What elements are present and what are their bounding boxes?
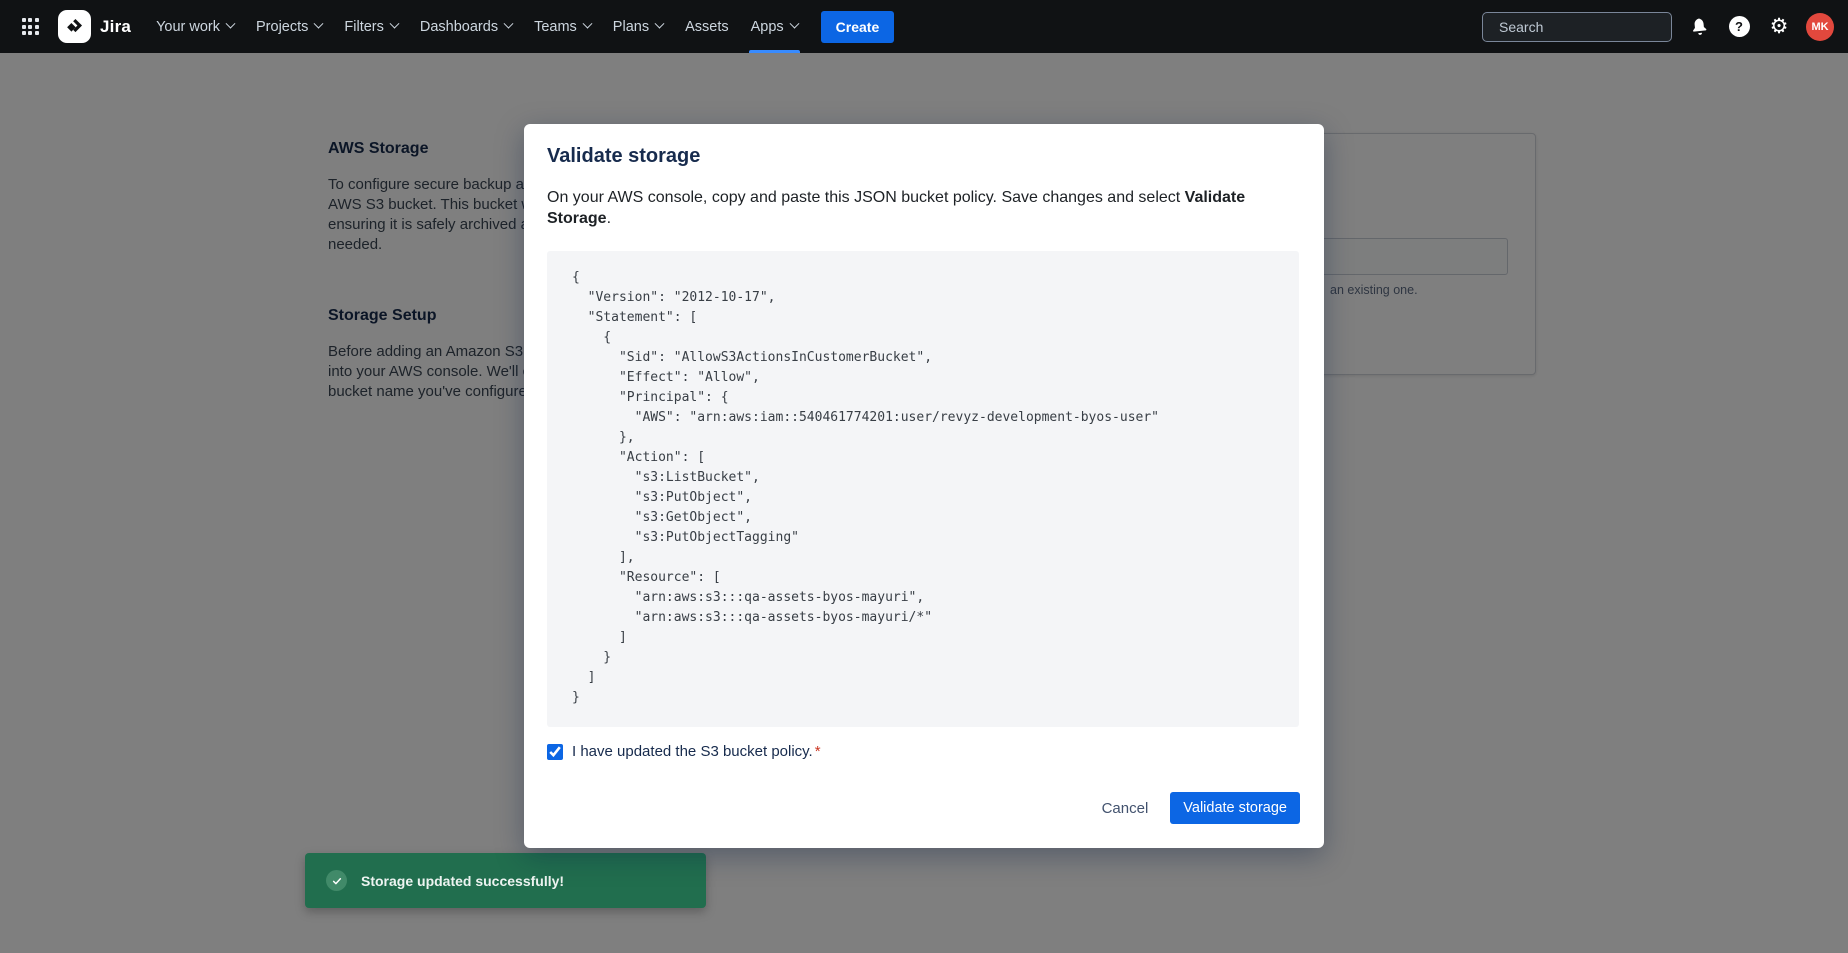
help-icon[interactable]: ? [1726,14,1752,40]
nav-item-dashboards[interactable]: Dashboards [409,0,523,53]
nav-item-apps[interactable]: Apps [740,0,809,53]
nav-item-plans[interactable]: Plans [602,0,674,53]
global-search[interactable] [1482,12,1672,42]
toast-message: Storage updated successfully! [361,873,564,889]
dialog-description: On your AWS console, copy and paste this… [547,188,1253,229]
chevron-down-icon [655,19,665,29]
search-input[interactable] [1499,19,1680,35]
top-navigation-bar: Jira Your work Projects Filters Dashboar… [0,0,1848,53]
validate-storage-dialog: Validate storage On your AWS console, co… [524,124,1324,848]
cancel-button[interactable]: Cancel [1088,792,1163,824]
nav-item-teams[interactable]: Teams [523,0,602,53]
nav-item-filters[interactable]: Filters [333,0,408,53]
chevron-down-icon [389,19,399,29]
dialog-footer: Cancel Validate storage [1088,792,1300,824]
required-asterisk: * [815,743,821,760]
primary-nav: Your work Projects Filters Dashboards Te… [145,0,809,53]
check-circle-icon [326,870,347,891]
chevron-down-icon [582,19,592,29]
policy-confirmation-row: I have updated the S3 bucket policy.* [547,743,821,760]
success-toast: Storage updated successfully! [305,853,706,908]
chevron-down-icon [504,19,514,29]
user-avatar[interactable]: MK [1806,13,1834,41]
checkbox-label[interactable]: I have updated the S3 bucket policy.* [572,743,821,760]
application-window: Jira Your work Projects Filters Dashboar… [0,0,1848,953]
grid-dots-icon [22,18,39,35]
chevron-down-icon [789,19,799,29]
jira-home-link[interactable]: Jira [58,10,131,43]
nav-item-assets[interactable]: Assets [674,0,740,53]
bucket-policy-code-block[interactable]: { "Version": "2012-10-17", "Statement": … [547,251,1299,727]
dialog-title: Validate storage [547,145,700,168]
chevron-down-icon [226,19,236,29]
create-button[interactable]: Create [821,11,895,43]
nav-item-your-work[interactable]: Your work [145,0,245,53]
nav-right-cluster: ? ⚙ MK [1482,12,1834,42]
settings-gear-icon[interactable]: ⚙ [1766,14,1792,40]
nav-item-projects[interactable]: Projects [245,0,333,53]
policy-updated-checkbox[interactable] [547,744,563,760]
app-switcher-icon[interactable] [14,11,46,43]
chevron-down-icon [314,19,324,29]
jira-logo-icon [58,10,91,43]
validate-storage-button[interactable]: Validate storage [1170,792,1300,824]
bucket-policy-json: { "Version": "2012-10-17", "Statement": … [572,268,1299,708]
notifications-bell-icon[interactable] [1686,14,1712,40]
brand-name: Jira [100,17,131,37]
